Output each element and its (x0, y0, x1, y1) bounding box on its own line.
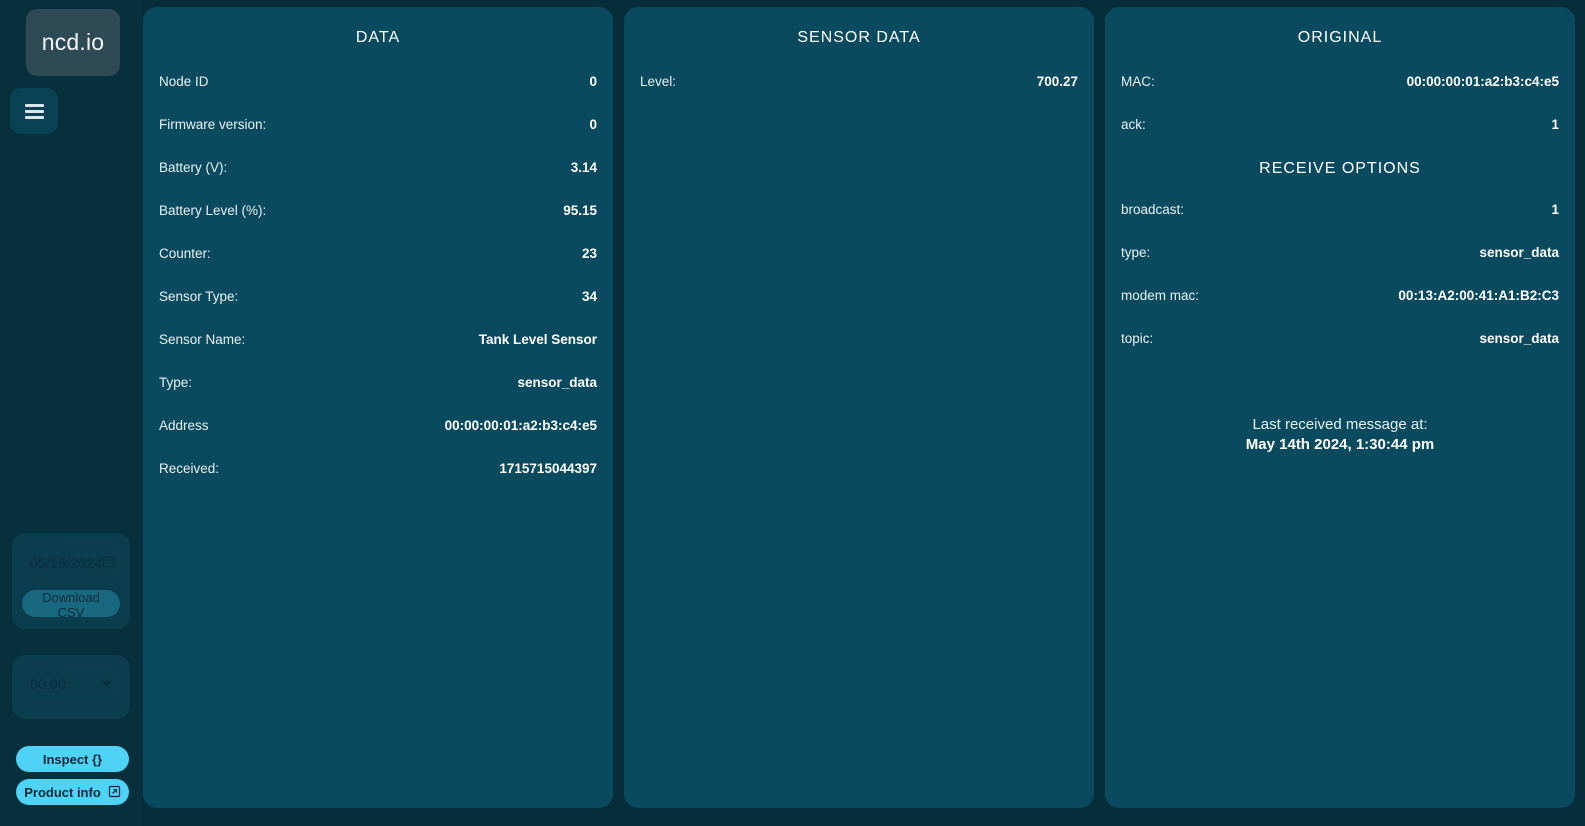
row-value: 700.27 (1036, 74, 1078, 89)
row-value: 0 (589, 74, 597, 89)
row-value: sensor_data (1479, 245, 1559, 260)
row-label: modem mac: (1121, 288, 1200, 303)
mac-select[interactable]: MAC 00:00:... (22, 658, 120, 703)
row-value: 23 (581, 246, 597, 261)
row-label: MAC: (1121, 74, 1155, 89)
row-value: Tank Level Sensor (478, 332, 597, 347)
row-label: Battery Level (%): (159, 203, 267, 218)
product-info-button-label: Product info (24, 784, 101, 800)
last-received-value: May 14th 2024, 1:30:44 pm (1245, 435, 1435, 453)
row-value: 34 (581, 289, 597, 304)
external-link-icon (108, 785, 121, 800)
data-row: Battery (V): 3.14 (157, 160, 599, 175)
hamburger-menu-button[interactable] (10, 88, 58, 134)
data-row: Type: sensor_data (157, 375, 599, 390)
receive-options-title: RECEIVE OPTIONS (1259, 160, 1421, 177)
logo-text: ncd.io (41, 29, 105, 55)
sidebar: ncd.io Date: 05/15/2024 Download CSV MAC… (0, 0, 143, 826)
row-value: 0 (589, 117, 597, 132)
data-row: Address 00:00:00:01:a2:b3:c4:e5 (157, 418, 599, 433)
hamburger-icon (24, 103, 44, 119)
row-label: Sensor Type: (159, 289, 239, 304)
data-row: Node ID 0 (157, 74, 599, 89)
row-label: Address (159, 418, 209, 433)
mac-select-value: 00:00:... (30, 675, 83, 692)
row-value: 00:13:A2:00:41:A1:B2:C3 (1398, 288, 1559, 303)
row-label: Level: (640, 74, 677, 89)
row-value: sensor_data (1479, 331, 1559, 346)
receive-option-row: topic: sensor_data (1119, 331, 1561, 346)
row-value: 95.15 (563, 203, 597, 218)
panel-original: ORIGINAL MAC: 00:00:00:01:a2:b3:c4:e5 ac… (1105, 7, 1575, 808)
row-label: Sensor Name: (159, 332, 246, 347)
calendar-icon[interactable] (102, 555, 115, 571)
date-card: Date: 05/15/2024 Download CSV (12, 533, 130, 629)
data-row: Counter: 23 (157, 246, 599, 261)
row-label: Node ID (159, 74, 209, 89)
row-label: broadcast: (1121, 202, 1185, 217)
inspect-button[interactable]: Inspect {} (16, 746, 129, 772)
row-label: Firmware version: (159, 117, 267, 132)
sensor-data-row: Level: 700.27 (638, 74, 1080, 89)
download-csv-button[interactable]: Download CSV (22, 590, 120, 620)
row-label: topic: (1121, 331, 1154, 346)
receive-option-row: broadcast: 1 (1119, 202, 1561, 217)
row-value: 1 (1551, 117, 1559, 132)
receive-option-row: modem mac: 00:13:A2:00:41:A1:B2:C3 (1119, 288, 1561, 303)
row-label: Type: (159, 375, 193, 390)
mac-card: MAC 00:00:... (12, 655, 130, 719)
data-row: Sensor Name: Tank Level Sensor (157, 332, 599, 347)
receive-option-row: type: sensor_data (1119, 245, 1561, 260)
row-value: 00:00:00:01:a2:b3:c4:e5 (1406, 74, 1559, 89)
data-row: Received: 1715715044397 (157, 461, 599, 476)
panel-data: DATA Node ID 0 Firmware version: 0 Batte… (143, 7, 613, 808)
row-label: Battery (V): (159, 160, 228, 175)
panel-container: DATA Node ID 0 Firmware version: 0 Batte… (143, 0, 1585, 826)
panel-original-title: ORIGINAL (1297, 29, 1383, 46)
app-root: ncd.io Date: 05/15/2024 Download CSV MAC… (0, 0, 1585, 826)
date-input[interactable]: Date: 05/15/2024 (22, 537, 120, 582)
data-row: Firmware version: 0 (157, 117, 599, 132)
mac-field-legend: MAC (30, 658, 59, 668)
row-label: ack: (1121, 117, 1146, 132)
original-row: ack: 1 (1119, 117, 1561, 132)
row-value: 3.14 (570, 160, 597, 175)
panel-sensor-data-title: SENSOR DATA (797, 29, 921, 46)
data-row: Battery Level (%): 95.15 (157, 203, 599, 218)
chevron-down-icon[interactable] (102, 680, 112, 687)
original-row: MAC: 00:00:00:01:a2:b3:c4:e5 (1119, 74, 1561, 89)
last-received-label: Last received message at: (1252, 416, 1428, 433)
row-value: 1715715044397 (499, 461, 597, 476)
row-value: sensor_data (517, 375, 597, 390)
row-value: 00:00:00:01:a2:b3:c4:e5 (444, 418, 597, 433)
last-received-message: Last received message at: May 14th 2024,… (1105, 415, 1575, 454)
product-info-button[interactable]: Product info (16, 779, 129, 805)
row-value: 1 (1551, 202, 1559, 217)
row-label: Received: (159, 461, 220, 476)
row-label: Counter: (159, 246, 211, 261)
date-field-legend: Date: (30, 537, 62, 547)
data-row: Sensor Type: 34 (157, 289, 599, 304)
inspect-button-label: Inspect {} (42, 751, 103, 767)
logo[interactable]: ncd.io (26, 9, 120, 76)
panel-sensor-data: SENSOR DATA Level: 700.27 (624, 7, 1094, 808)
row-label: type: (1121, 245, 1151, 260)
date-input-value: 05/15/2024 (30, 554, 103, 571)
panel-data-title: DATA (355, 29, 401, 46)
